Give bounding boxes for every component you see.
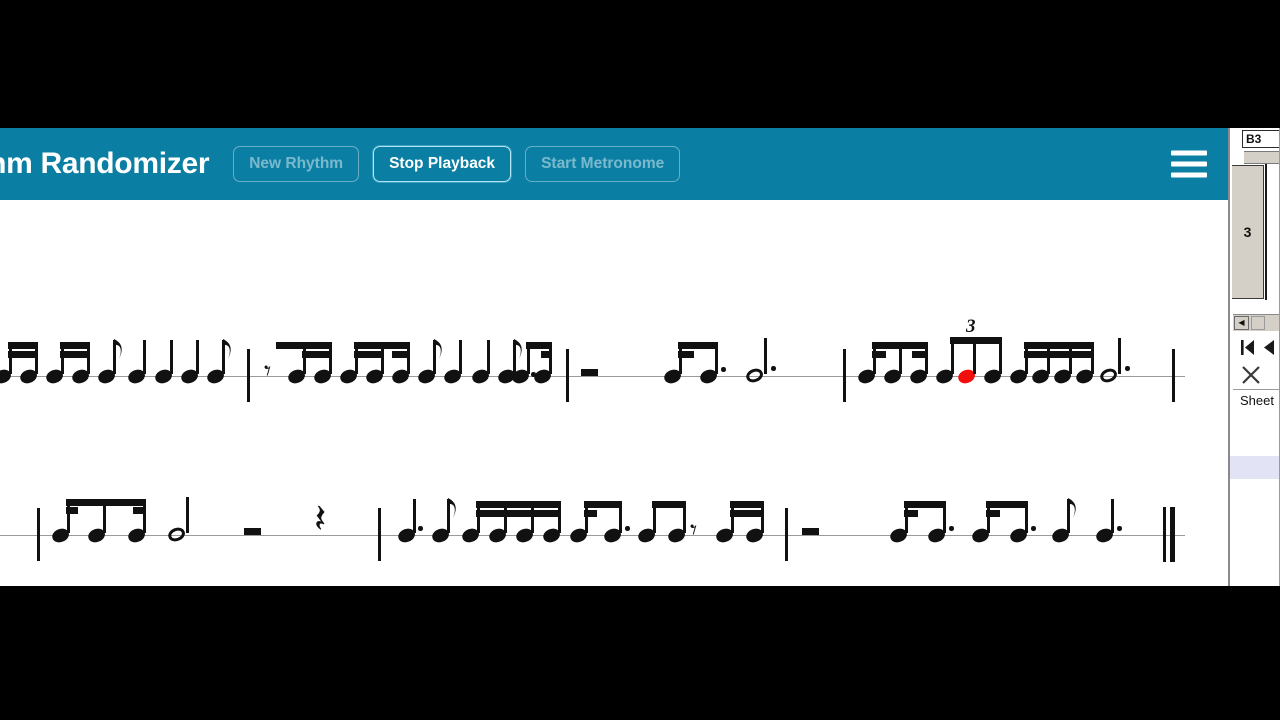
barline	[247, 349, 250, 402]
horizontal-scrollbar[interactable]: ◀	[1233, 314, 1280, 331]
page-title: ythm Randomizer	[0, 147, 210, 180]
menu-bar-2	[1171, 161, 1207, 167]
score-area[interactable]: 𝄾 3 𝄽 𝄾	[0, 200, 1229, 586]
sheet-navigation-buttons[interactable]	[1240, 335, 1280, 359]
navigate-previous-icon[interactable]	[1262, 339, 1275, 356]
quarter-rest: 𝄽	[314, 496, 327, 542]
barline	[378, 508, 381, 561]
letterbox-bottom	[0, 586, 1280, 720]
final-barline	[1170, 507, 1175, 562]
navigate-first-icon[interactable]	[1240, 339, 1256, 356]
half-rest	[802, 528, 819, 535]
rhythm-randomizer-app: ythm Randomizer New Rhythm Stop Playback…	[0, 128, 1229, 586]
screen: ythm Randomizer New Rhythm Stop Playback…	[0, 0, 1280, 720]
menu-bar-1	[1171, 150, 1207, 156]
hamburger-menu-icon[interactable]	[1171, 150, 1207, 178]
sheet-tab[interactable]: Sheet	[1233, 389, 1280, 411]
barline	[785, 508, 788, 561]
close-row[interactable]	[1241, 363, 1280, 387]
half-note	[744, 366, 765, 385]
background-window-body	[1230, 412, 1280, 586]
final-barline	[1163, 507, 1166, 562]
close-icon[interactable]	[1241, 365, 1261, 385]
grid-edge	[1265, 164, 1267, 300]
half-rest	[244, 528, 261, 535]
start-metronome-button[interactable]: Start Metronome	[525, 146, 681, 182]
scrollbar-thumb[interactable]	[1251, 316, 1265, 330]
new-rhythm-button[interactable]: New Rhythm	[233, 146, 360, 182]
background-spreadsheet-window[interactable]: B3 3 ◀ Sheet	[1230, 128, 1280, 586]
barline	[37, 508, 40, 561]
tuplet-number: 3	[966, 316, 976, 337]
column-header-strip[interactable]	[1244, 151, 1280, 164]
name-box[interactable]: B3	[1242, 130, 1280, 148]
half-note	[1098, 366, 1119, 385]
scroll-left-icon[interactable]: ◀	[1234, 316, 1249, 330]
stop-playback-button[interactable]: Stop Playback	[373, 146, 512, 182]
barline	[566, 349, 569, 402]
barline	[843, 349, 846, 402]
menu-bar-3	[1171, 172, 1207, 178]
selected-row-highlight	[1230, 456, 1280, 479]
letterbox-top	[0, 0, 1280, 128]
staff-line	[0, 376, 1185, 378]
barline	[1172, 349, 1175, 402]
half-rest	[581, 369, 598, 376]
row-header-3[interactable]: 3	[1232, 165, 1264, 299]
half-note	[166, 525, 187, 544]
app-header: ythm Randomizer New Rhythm Stop Playback…	[0, 128, 1229, 200]
